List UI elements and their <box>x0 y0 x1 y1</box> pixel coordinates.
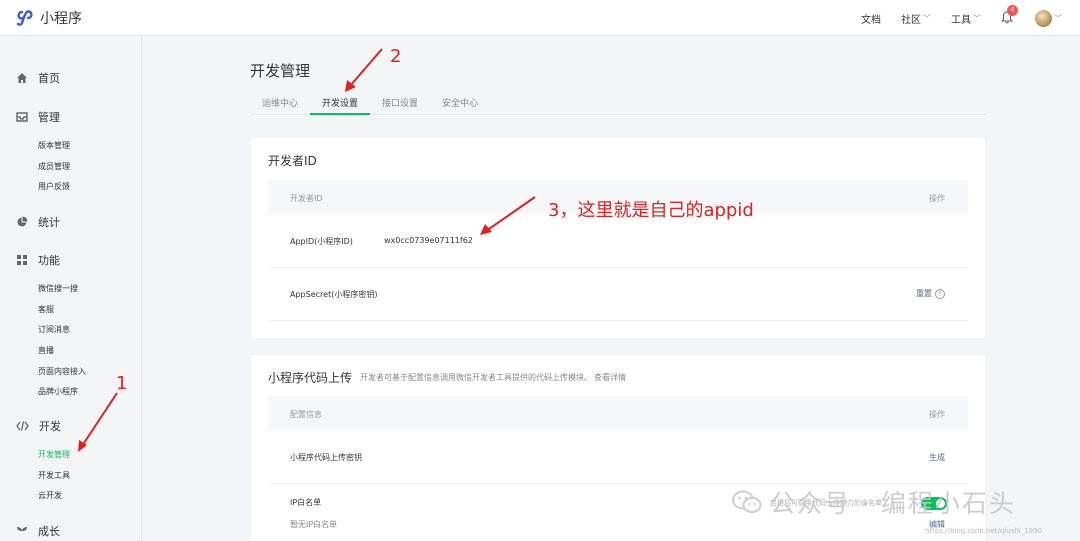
sidebar-item-customer-service[interactable]: 客服 <box>38 304 54 315</box>
card-title: 开发者ID <box>268 154 317 168</box>
grid-icon <box>17 255 27 265</box>
sidebar-item-home[interactable]: 首页 <box>16 70 60 86</box>
inbox-icon <box>16 112 28 122</box>
sidebar-label-features: 功能 <box>38 254 60 267</box>
sidebar-label-growth: 成长 <box>38 525 60 538</box>
code-icon <box>16 421 29 431</box>
docs-link[interactable]: 文档 <box>861 11 881 26</box>
account-menu[interactable]: ﹀ <box>1035 9 1062 27</box>
tab-bar: 运维中心 开发设置 接口设置 安全中心 <box>250 94 986 115</box>
sidebar-item-live[interactable]: 直播 <box>38 345 54 356</box>
annotation-label-1: 1 <box>116 373 128 394</box>
sidebar-item-dev-manage[interactable]: 开发管理 <box>38 449 70 460</box>
top-bar: 小程序 文档 社区 ﹀ 工具 ﹀ 4 ﹀ <box>0 0 1080 36</box>
sidebar-item-features[interactable]: 功能 <box>16 252 60 268</box>
sidebar-label-home: 首页 <box>38 72 60 85</box>
sidebar-item-wechat-search[interactable]: 微信搜一搜 <box>38 283 78 294</box>
home-icon <box>17 73 27 83</box>
ip-whitelist-empty: 暂无IP白名单 <box>290 520 338 529</box>
mini-program-logo-icon <box>16 10 33 26</box>
avatar <box>1035 9 1052 27</box>
watermark: 公众号 · 编程小石头 <box>732 484 1016 520</box>
notification-button[interactable]: 4 <box>1001 5 1018 25</box>
tools-menu[interactable]: 工具 ﹀ <box>951 11 981 26</box>
top-nav: 文档 社区 ﹀ 工具 ﹀ 4 ﹀ <box>861 0 1062 36</box>
row-divider <box>268 267 968 268</box>
table-header: 配置信息 操作 <box>268 396 968 430</box>
app-logo[interactable]: 小程序 <box>16 8 82 28</box>
sidebar-item-manage[interactable]: 管理 <box>16 109 60 125</box>
help-icon[interactable]: ? <box>935 288 945 299</box>
chevron-down-icon: ﹀ <box>1054 13 1062 23</box>
reset-secret-link[interactable]: 重置 <box>916 289 932 298</box>
card-title-row: 小程序代码上传 开发者可基于配置信息调用微信开发者工具提供的代码上传模块。 查看… <box>268 369 626 386</box>
sidebar-item-feedback[interactable]: 用户反馈 <box>38 181 70 192</box>
column-header-id: 开发者ID <box>290 194 323 203</box>
ip-whitelist-label: IP白名单 <box>290 498 322 507</box>
column-header-action: 操作 <box>929 410 945 419</box>
row-divider <box>268 320 968 321</box>
sidebar-item-brand[interactable]: 品牌小程序 <box>38 386 78 397</box>
tab-ops-center[interactable]: 运维中心 <box>250 96 310 109</box>
sidebar-item-dev-tools[interactable]: 开发工具 <box>38 470 70 481</box>
upload-key-label: 小程序代码上传密钥 <box>290 453 362 462</box>
column-header-action: 操作 <box>929 194 945 203</box>
appid-label: AppID(小程序ID) <box>290 237 353 246</box>
community-label: 社区 <box>901 14 921 26</box>
chevron-down-icon: ﹀ <box>923 13 931 23</box>
developer-id-card: 开发者ID 开发者ID 操作 AppID(小程序ID) wx0cc0739e07… <box>251 138 985 338</box>
sidebar-item-members[interactable]: 成员管理 <box>38 161 70 172</box>
community-menu[interactable]: 社区 ﹀ <box>901 11 931 26</box>
view-details-link[interactable]: 查看详情 <box>594 372 626 383</box>
sidebar-item-growth[interactable]: 成长 <box>16 523 60 539</box>
sprout-icon <box>17 527 27 536</box>
pie-chart-icon <box>17 216 28 227</box>
sidebar-item-subscribe-msg[interactable]: 订阅消息 <box>38 324 70 335</box>
sidebar-label-dev: 开发 <box>39 420 61 433</box>
sidebar-item-page-content[interactable]: 页面内容接入 <box>38 366 86 377</box>
tab-api-settings[interactable]: 接口设置 <box>370 96 430 109</box>
sidebar-item-cloud-dev[interactable]: 云开发 <box>38 490 62 501</box>
appsecret-actions: 重置? <box>916 288 945 299</box>
card-description: 开发者可基于配置信息调用微信开发者工具提供的代码上传模块。 <box>360 373 593 382</box>
tools-label: 工具 <box>951 14 971 26</box>
appsecret-label: AppSecret(小程序密钥) <box>290 290 378 299</box>
sidebar-item-version[interactable]: 版本管理 <box>38 140 70 151</box>
appid-value[interactable]: wx0cc0739e07111f62 <box>384 236 473 245</box>
chevron-down-icon: ﹀ <box>973 13 981 23</box>
annotation-label-2: 2 <box>390 46 402 67</box>
sidebar-item-stats[interactable]: 统计 <box>16 214 60 230</box>
card-title: 小程序代码上传 <box>268 371 353 385</box>
page-title: 开发管理 <box>250 62 311 80</box>
notification-badge: 4 <box>1007 5 1018 16</box>
annotation-arrow-2 <box>345 48 383 92</box>
annotation-label-3: 3，这里就是自己的appid <box>548 200 754 221</box>
watermark-text: 公众号 · 编程小石头 <box>770 489 1016 518</box>
tab-security-center[interactable]: 安全中心 <box>430 96 490 109</box>
watermark-url: https://blog.csdn.net/qiushi_1990 <box>925 527 1043 535</box>
sidebar-label-stats: 统计 <box>38 216 60 229</box>
column-header-config: 配置信息 <box>290 410 322 419</box>
sidebar-item-dev[interactable]: 开发 <box>16 418 61 434</box>
generate-key-link[interactable]: 生成 <box>929 452 945 463</box>
app-title: 小程序 <box>40 11 82 27</box>
wechat-icon <box>732 490 762 513</box>
sidebar-label-manage: 管理 <box>38 111 60 124</box>
tab-dev-settings[interactable]: 开发设置 <box>310 96 370 115</box>
